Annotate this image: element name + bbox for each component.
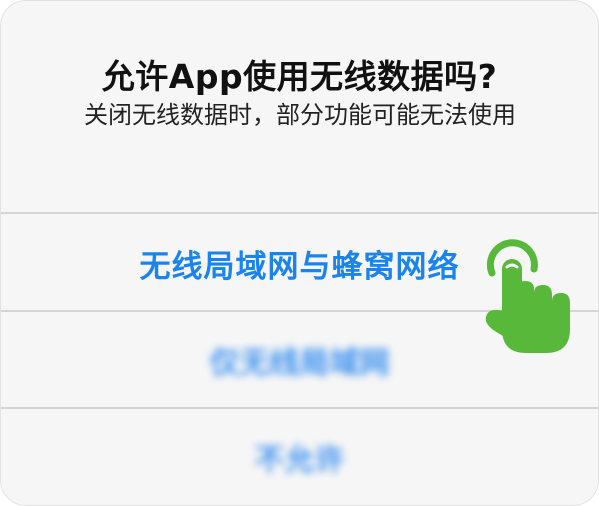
dialog-message: 关闭无线数据时，部分功能可能无法使用 [84,101,516,129]
tap-hand-icon [485,239,570,353]
divider [1,212,598,214]
dialog-title: 允许App使用无线数据吗? [101,57,498,96]
permission-dialog: 允许App使用无线数据吗? 关闭无线数据时，部分功能可能无法使用 无线局域网与蜂… [0,0,599,506]
dialog-header: 允许App使用无线数据吗? 关闭无线数据时，部分功能可能无法使用 [1,1,598,212]
option-deny-button[interactable]: 不允许 [1,409,598,505]
